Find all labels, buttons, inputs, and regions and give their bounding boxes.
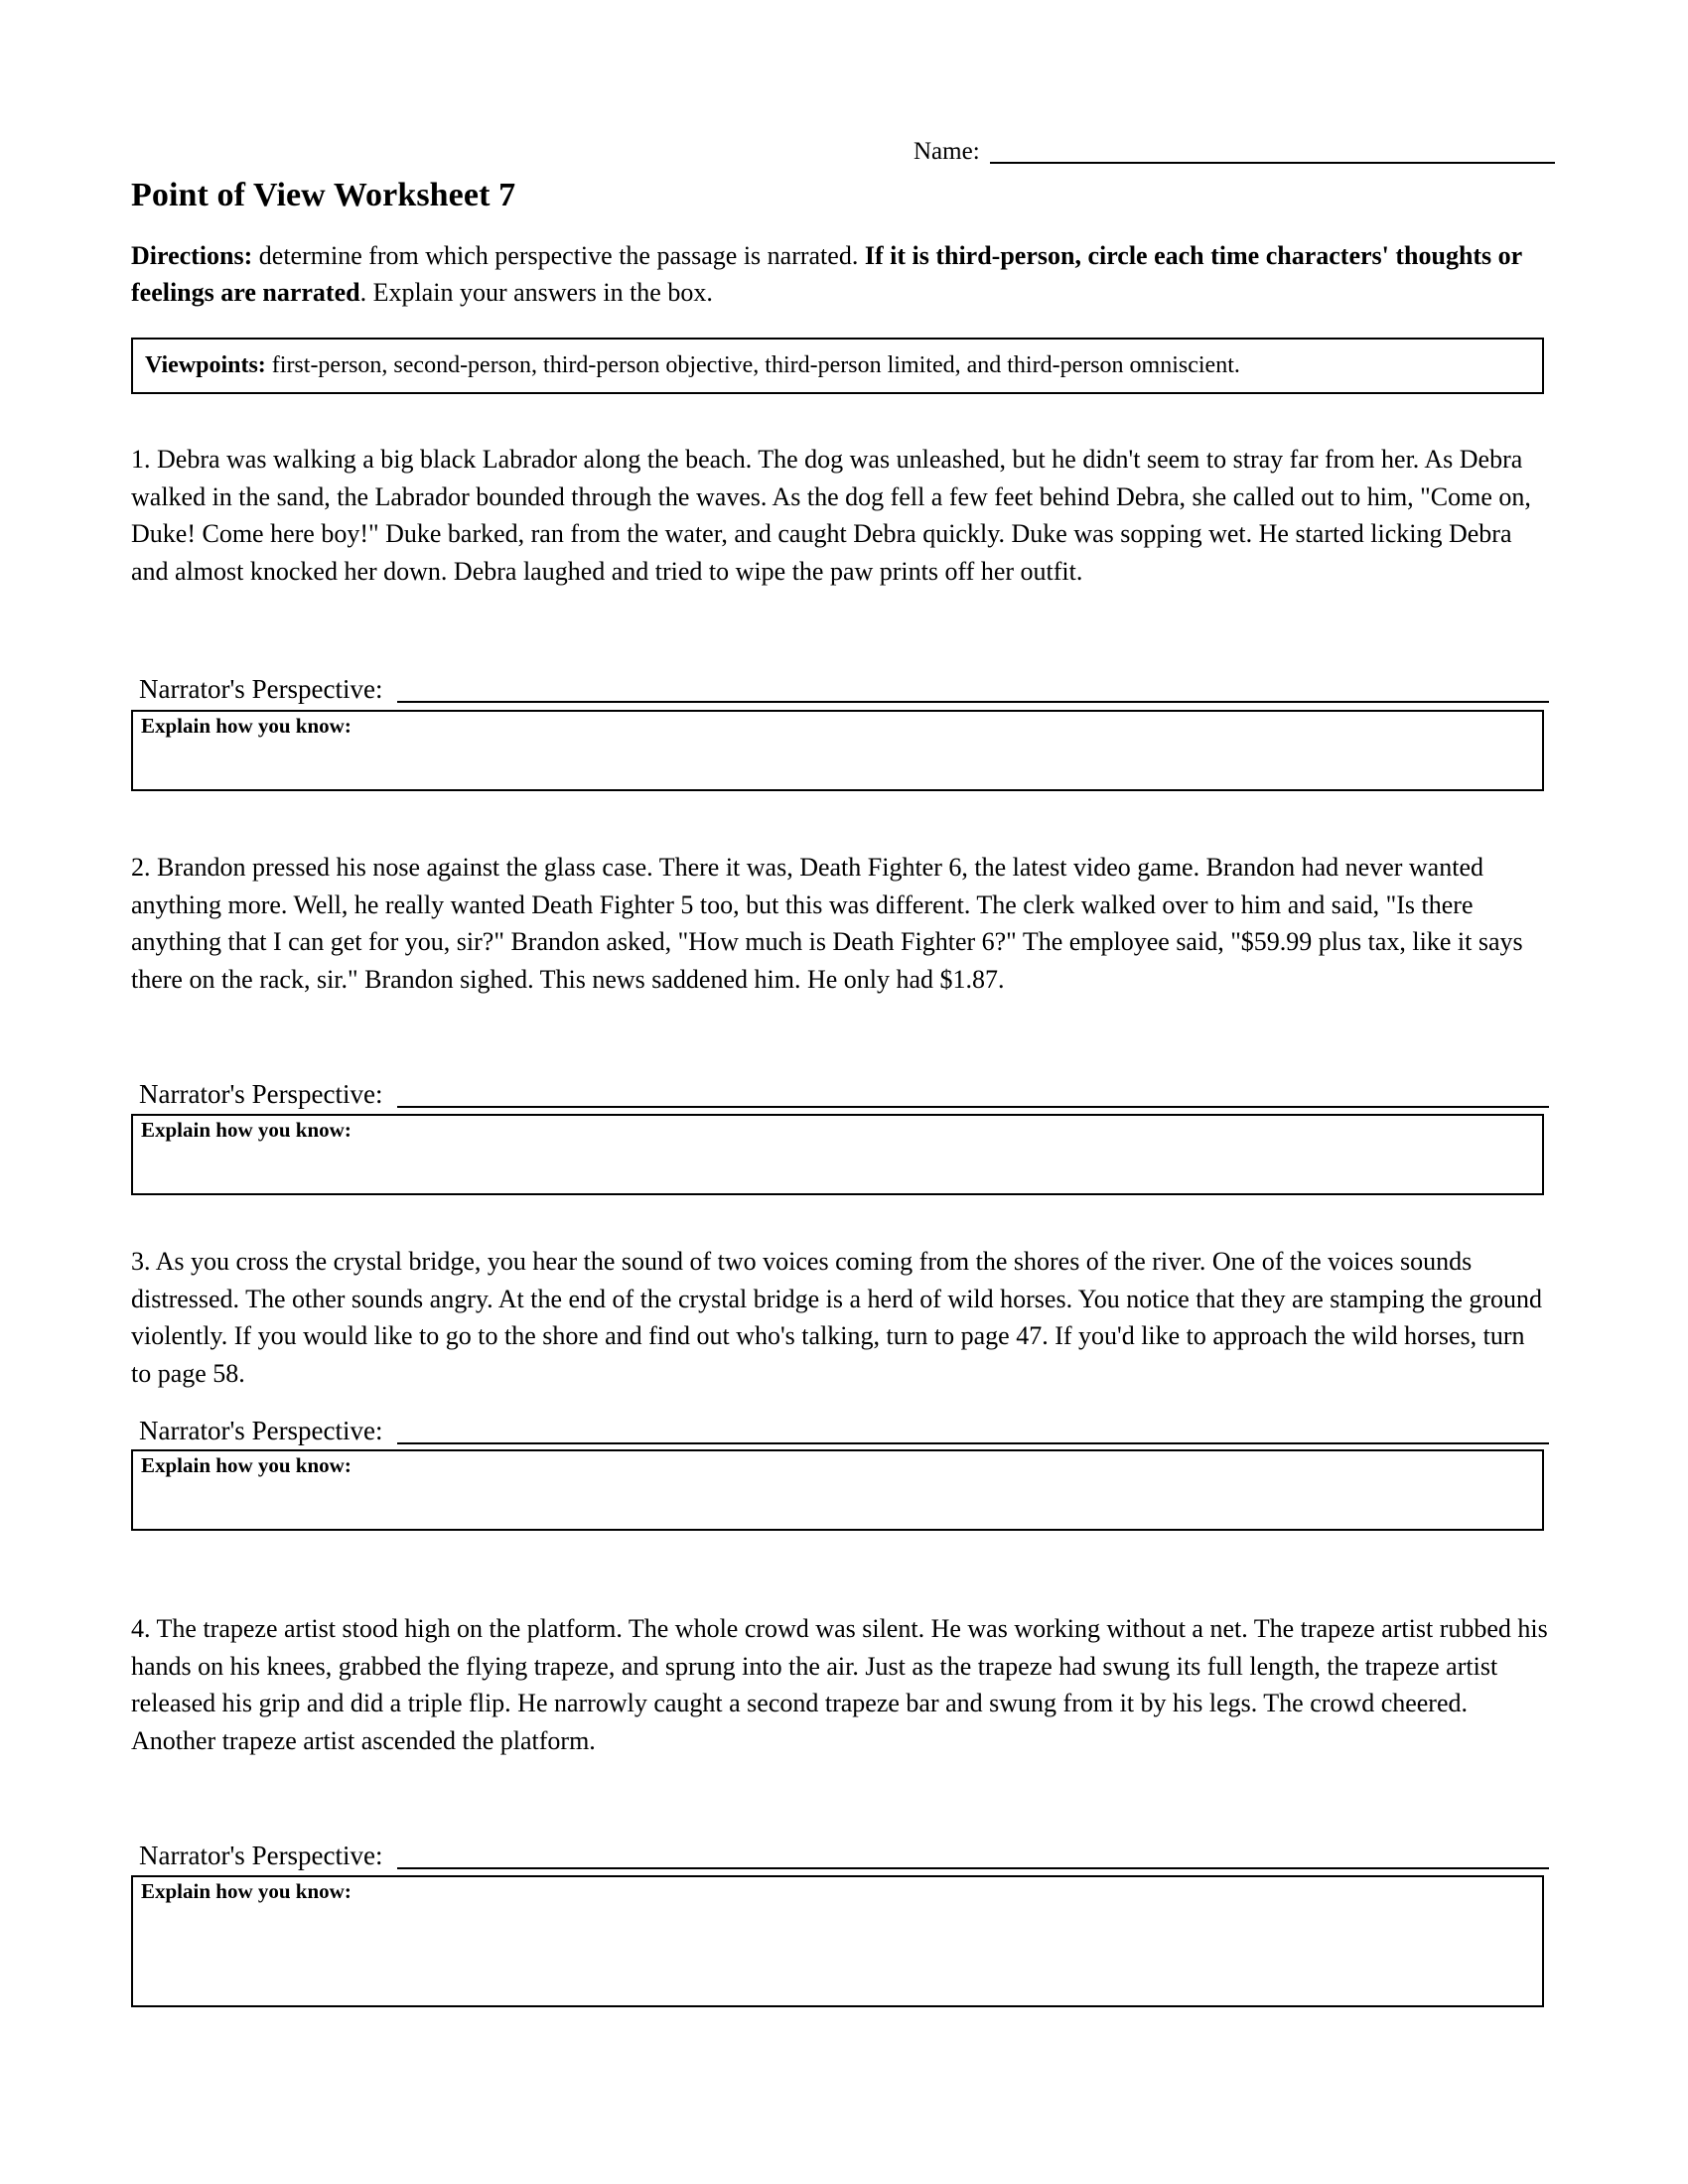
directions-text-last: . Explain your answers in the box. (359, 277, 713, 307)
passage-4-explain-label: Explain how you know: (141, 1879, 352, 1903)
worksheet-page: Name: Point of View Worksheet 7 Directio… (0, 0, 1688, 2184)
passage-1-perspective-input[interactable] (396, 675, 1549, 703)
viewpoints-label: Viewpoints: (145, 352, 266, 379)
passage-2-text: 2. Brandon pressed his nose against the … (131, 853, 1523, 994)
page-title: Point of View Worksheet 7 (131, 177, 516, 213)
passage-4-perspective-row: Narrator's Perspective: (139, 1842, 1549, 1869)
passage-3-perspective-input[interactable] (396, 1417, 1549, 1444)
passage-4-perspective-label: Narrator's Perspective: (139, 1841, 383, 1870)
viewpoints-box: Viewpoints: first-person, second-person,… (131, 338, 1544, 394)
passage-1-explain-box[interactable]: Explain how you know: (131, 710, 1544, 791)
viewpoints-list: first-person, second-person, third-perso… (265, 352, 1240, 379)
passage-2-perspective-input[interactable] (396, 1080, 1549, 1108)
passage-1-text: 1. Debra was walking a big black Labrado… (131, 445, 1531, 586)
passage-4-perspective-input[interactable] (396, 1842, 1549, 1869)
passage-2-perspective-label: Narrator's Perspective: (139, 1079, 383, 1109)
directions-text-first: determine from which perspective the pas… (252, 241, 865, 270)
directions-label: Directions: (131, 241, 253, 270)
passage-1-perspective-label: Narrator's Perspective: (139, 674, 383, 704)
name-label: Name: (914, 138, 980, 165)
passage-3-explain-label: Explain how you know: (141, 1453, 352, 1477)
passage-4-explain-box[interactable]: Explain how you know: (131, 1875, 1544, 2007)
passage-3-perspective-row: Narrator's Perspective: (139, 1417, 1549, 1444)
passage-1-explain-label: Explain how you know: (141, 714, 352, 738)
passage-3-explain-box[interactable]: Explain how you know: (131, 1449, 1544, 1531)
name-field-row: Name: (914, 139, 1555, 164)
passage-3-text: 3. As you cross the crystal bridge, you … (131, 1247, 1543, 1388)
passage-4-text: 4. The trapeze artist stood high on the … (131, 1614, 1548, 1755)
passage-2-explain-box[interactable]: Explain how you know: (131, 1114, 1544, 1195)
passage-1-perspective-row: Narrator's Perspective: (139, 675, 1549, 703)
passage-2-explain-label: Explain how you know: (141, 1118, 352, 1142)
directions-paragraph: Directions: determine from which perspec… (131, 238, 1546, 312)
name-input-line[interactable] (989, 140, 1555, 164)
passage-2-perspective-row: Narrator's Perspective: (139, 1080, 1549, 1108)
passage-3-perspective-label: Narrator's Perspective: (139, 1416, 383, 1445)
viewpoints-inner: Viewpoints: first-person, second-person,… (145, 351, 1240, 380)
